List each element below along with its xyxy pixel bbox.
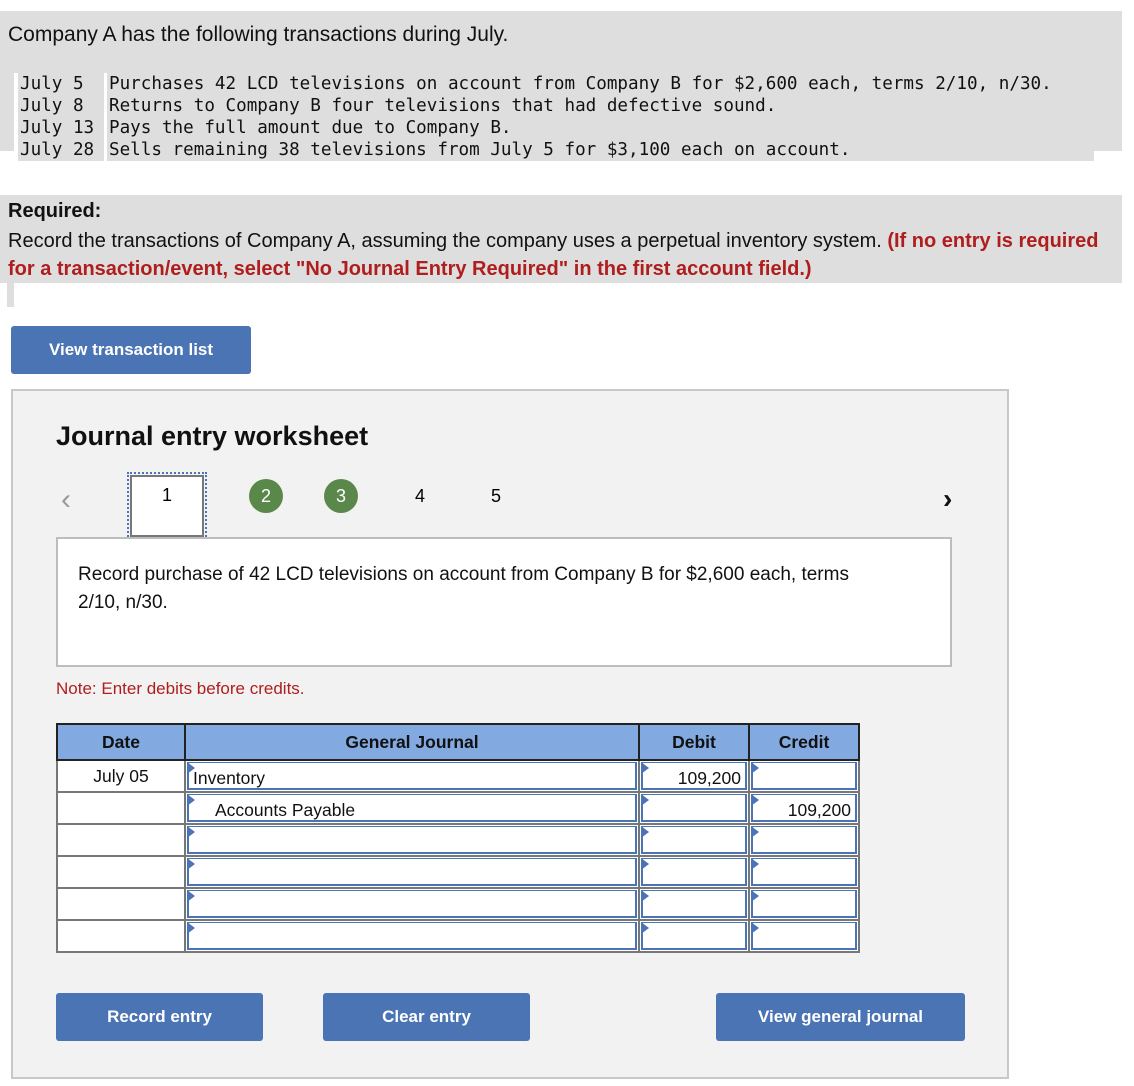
date-cell <box>56 887 186 921</box>
debit-cell[interactable] <box>638 919 750 953</box>
credit-input[interactable] <box>751 890 857 918</box>
account-select[interactable]: Accounts Payable <box>187 794 637 822</box>
transaction-description-text: Record purchase of 42 LCD televisions on… <box>78 564 849 613</box>
transaction-date: July 28 <box>18 139 107 161</box>
journal-row: July 05 Inventory 109,200 <box>56 759 860 793</box>
credit-input[interactable]: 109,200 <box>751 794 857 822</box>
debit-input[interactable] <box>641 922 747 950</box>
date-cell <box>56 855 186 889</box>
step-tab-1[interactable]: 1 <box>127 472 207 540</box>
debit-cell[interactable] <box>638 887 750 921</box>
credit-input[interactable] <box>751 762 857 790</box>
debit-cell[interactable] <box>638 823 750 857</box>
transaction-description: Sells remaining 38 televisions from July… <box>109 140 851 160</box>
column-header-debit: Debit <box>638 723 750 761</box>
credit-cell[interactable] <box>748 919 860 953</box>
journal-row <box>56 887 860 921</box>
credit-input[interactable] <box>751 858 857 886</box>
required-label: Required: <box>8 200 102 222</box>
account-cell[interactable] <box>184 887 640 921</box>
transaction-date: July 5 <box>18 73 107 95</box>
required-instruction: Record the transactions of Company A, as… <box>8 230 882 252</box>
journal-row <box>56 919 860 953</box>
credit-input[interactable] <box>751 922 857 950</box>
debit-input[interactable] <box>641 794 747 822</box>
credit-cell[interactable] <box>748 823 860 857</box>
column-header-credit: Credit <box>748 723 860 761</box>
account-value: Accounts Payable <box>215 800 356 820</box>
transaction-row: July 28 Sells remaining 38 televisions f… <box>18 139 1094 161</box>
account-value: Inventory <box>193 768 265 788</box>
account-cell[interactable] <box>184 855 640 889</box>
credit-cell[interactable]: 109,200 <box>748 791 860 825</box>
date-cell <box>56 919 186 953</box>
debit-input[interactable]: 109,200 <box>641 762 747 790</box>
journal-header-row: Date General Journal Debit Credit <box>56 723 860 761</box>
account-select[interactable]: Inventory <box>187 762 637 790</box>
credit-cell[interactable] <box>748 759 860 793</box>
credit-input[interactable] <box>751 826 857 854</box>
record-entry-button[interactable]: Record entry <box>56 993 263 1041</box>
debit-credit-note: Note: Enter debits before credits. <box>56 679 305 698</box>
debit-input[interactable] <box>641 890 747 918</box>
journal-row <box>56 855 860 889</box>
chevron-left-icon[interactable]: ‹ <box>61 483 71 517</box>
account-cell[interactable]: Inventory <box>184 759 640 793</box>
account-select[interactable] <box>187 826 637 854</box>
transaction-description-box: Record purchase of 42 LCD televisions on… <box>56 537 952 667</box>
transaction-description: Returns to Company B four televisions th… <box>109 96 777 116</box>
divider <box>7 283 14 307</box>
account-select[interactable] <box>187 890 637 918</box>
journal-row: Accounts Payable 109,200 <box>56 791 860 825</box>
credit-cell[interactable] <box>748 855 860 889</box>
debit-input[interactable] <box>641 826 747 854</box>
problem-statement: Company A has the following transactions… <box>0 11 1122 161</box>
journal-table: Date General Journal Debit Credit July 0… <box>56 723 860 953</box>
debit-cell[interactable] <box>638 791 750 825</box>
view-general-journal-button[interactable]: View general journal <box>716 993 965 1041</box>
step-tab-4[interactable]: 4 <box>403 479 437 513</box>
debit-input[interactable] <box>641 858 747 886</box>
date-cell <box>56 791 186 825</box>
chevron-right-icon[interactable]: › <box>943 483 952 515</box>
transaction-row: July 5 Purchases 42 LCD televisions on a… <box>18 73 1094 95</box>
date-value: July 05 <box>93 765 149 786</box>
column-header-date: Date <box>56 723 186 761</box>
transaction-description: Purchases 42 LCD televisions on account … <box>109 74 1052 94</box>
credit-cell[interactable] <box>748 887 860 921</box>
journal-entry-worksheet: Journal entry worksheet ‹ 1 2 3 4 5 › Re… <box>11 389 1009 1079</box>
problem-intro: Company A has the following transactions… <box>8 23 509 46</box>
required-section: Required: Record the transactions of Com… <box>0 195 1122 283</box>
view-transaction-list-button[interactable]: View transaction list <box>11 326 251 374</box>
transaction-date: July 8 <box>18 95 107 117</box>
date-cell <box>56 823 186 857</box>
account-cell[interactable]: Accounts Payable <box>184 791 640 825</box>
transaction-date: July 13 <box>18 117 107 139</box>
account-cell[interactable] <box>184 823 640 857</box>
transaction-row: July 8 Returns to Company B four televis… <box>18 95 1094 117</box>
required-text: Record the transactions of Company A, as… <box>8 227 1118 283</box>
step-tab-5[interactable]: 5 <box>479 479 513 513</box>
account-select[interactable] <box>187 858 637 886</box>
transaction-table: July 5 Purchases 42 LCD televisions on a… <box>14 73 1094 161</box>
clear-entry-button[interactable]: Clear entry <box>323 993 530 1041</box>
worksheet-title: Journal entry worksheet <box>56 421 369 451</box>
debit-value: 109,200 <box>677 768 741 788</box>
debit-cell[interactable]: 109,200 <box>638 759 750 793</box>
step-tab-3[interactable]: 3 <box>324 479 358 513</box>
step-tab-2[interactable]: 2 <box>249 479 283 513</box>
debit-cell[interactable] <box>638 855 750 889</box>
credit-value: 109,200 <box>787 800 851 820</box>
account-select[interactable] <box>187 922 637 950</box>
journal-row <box>56 823 860 857</box>
transaction-row: July 13 Pays the full amount due to Comp… <box>18 117 1094 139</box>
account-cell[interactable] <box>184 919 640 953</box>
date-cell: July 05 <box>56 759 186 793</box>
column-header-general-journal: General Journal <box>184 723 640 761</box>
transaction-description: Pays the full amount due to Company B. <box>109 118 512 138</box>
